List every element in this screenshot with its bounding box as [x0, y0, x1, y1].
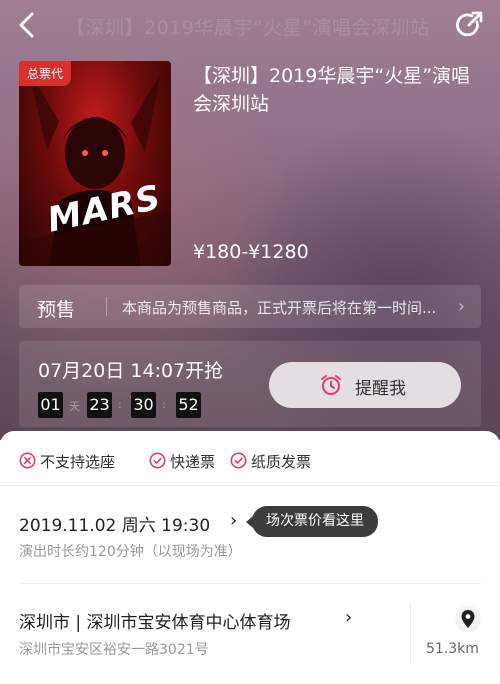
price-range: ¥180-¥1280	[193, 241, 309, 263]
poster-artwork	[19, 71, 171, 266]
poster-tag: 总票代	[19, 61, 72, 86]
presale-label: 预售	[37, 299, 76, 321]
x-circle-icon	[19, 452, 36, 469]
show-title: 【深圳】2019华晨宇“火星”演唱会深圳站	[193, 65, 471, 115]
top-bar: 【深圳】2019华晨宇“火星”演唱会深圳站	[0, 0, 500, 50]
service-label: 不支持选座	[40, 453, 116, 471]
chevron-right-icon: ›	[230, 510, 238, 531]
map-location-button[interactable]	[455, 606, 481, 632]
presale-text: 本商品为预售商品，正式开票后将在第一时间...	[122, 299, 437, 317]
share-icon	[456, 11, 483, 37]
header-title: 【深圳】2019华晨宇“火星”演唱会深圳站	[66, 17, 430, 39]
chevron-right-icon: ›	[345, 607, 353, 628]
countdown-seconds: 52	[176, 392, 201, 418]
countdown-day-unit: 天	[69, 400, 80, 413]
back-arrow-icon	[19, 12, 34, 38]
show-poster[interactable]: 总票代 MARS	[19, 61, 171, 266]
detail-sheet: 不支持选座 快递票 纸质发票 2019.11.02 周六 19:30 › 场次票…	[0, 431, 500, 684]
countdown-sep: :	[162, 398, 166, 411]
service-label: 纸质发票	[251, 453, 312, 471]
remind-me-button[interactable]: 提醒我	[269, 362, 461, 408]
session-tooltip[interactable]: 场次票价看这里	[246, 506, 378, 537]
share-button[interactable]	[452, 8, 486, 42]
onsale-time: 07月20日 14:07开抢	[38, 360, 224, 382]
onsale-panel: 07月20日 14:07开抢 01 天 23 : 30 : 52 提醒我	[19, 341, 481, 427]
venue-address: 深圳市宝安区裕安一路3021号	[19, 642, 209, 658]
check-circle-icon	[230, 452, 247, 469]
alarm-clock-icon	[321, 375, 341, 395]
countdown-sep: :	[118, 398, 122, 411]
countdown-days: 01	[38, 392, 63, 418]
divider	[19, 583, 481, 584]
session-duration: 演出时长约120分钟（以现场为准）	[19, 544, 242, 560]
venue-name[interactable]: 深圳市 | 深圳市宝安体育中心体育场	[19, 608, 291, 633]
back-button[interactable]	[12, 8, 46, 42]
presale-divider	[106, 297, 107, 316]
presale-notice[interactable]: 预售 本商品为预售商品，正式开票后将在第一时间... ›	[19, 285, 481, 328]
vertical-divider	[410, 603, 411, 665]
venue-distance: 51.3km	[426, 641, 479, 657]
session-datetime[interactable]: 2019.11.02 周六 19:30	[19, 511, 210, 536]
location-pin-icon	[461, 610, 475, 628]
divider	[0, 485, 500, 486]
service-label: 快递票	[170, 453, 216, 471]
countdown-hours: 23	[87, 392, 112, 418]
check-circle-icon	[149, 452, 166, 469]
chevron-right-icon: ›	[457, 296, 465, 317]
remind-me-label: 提醒我	[355, 379, 406, 399]
countdown-minutes: 30	[131, 392, 156, 418]
